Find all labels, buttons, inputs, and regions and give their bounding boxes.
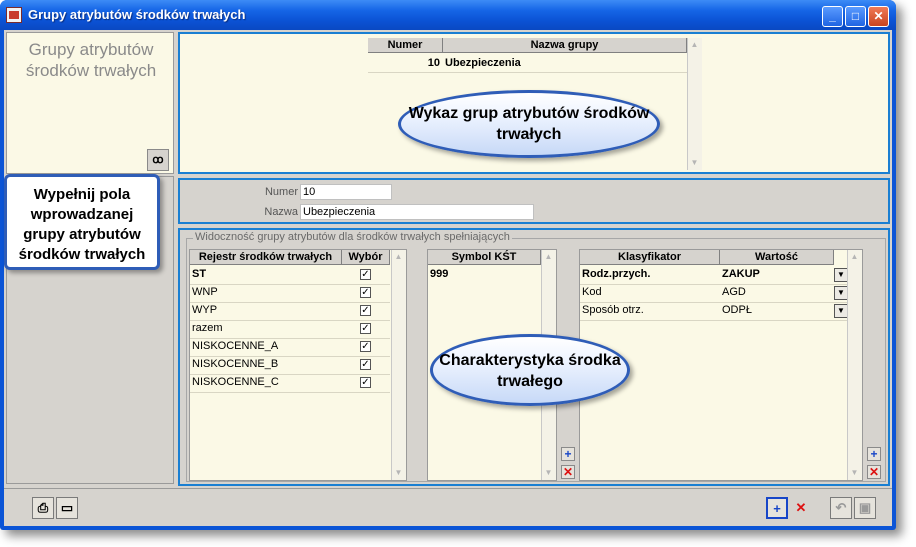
register-name: NISKOCENNE_C <box>192 376 279 388</box>
numer-label: Numer <box>264 186 298 198</box>
wybor-checkbox[interactable]: ✓ <box>360 323 371 334</box>
dropdown-arrow-icon[interactable]: ▼ <box>834 304 848 318</box>
classifier-name: Rodz.przych. <box>582 268 651 280</box>
register-name: NISKOCENNE_B <box>192 358 279 370</box>
list-scrollbar[interactable]: ▲ ▼ <box>687 38 702 170</box>
table-row[interactable]: 10 Ubezpieczenia <box>368 55 687 73</box>
cell-nazwa: Ubezpieczenia <box>445 57 521 69</box>
footer-toolbar: ⎙ ▭ + ✕ ↶ ▣ <box>4 488 892 526</box>
register-name: WNP <box>192 286 218 298</box>
scroll-up-icon[interactable]: ▲ <box>848 250 861 263</box>
binoculars-icon[interactable]: ꝏ <box>147 149 169 171</box>
registers-scrollbar[interactable]: ▲ ▼ <box>391 250 406 480</box>
window-title: Grupy atrybutów środków trwałych <box>28 7 246 22</box>
app-icon <box>6 7 22 23</box>
undo-icon[interactable]: ↶ <box>830 497 852 519</box>
dropdown-arrow-icon[interactable]: ▼ <box>834 268 848 282</box>
table-row[interactable]: 999 <box>428 266 541 284</box>
table-row[interactable]: Sposób otrz. ODPŁ ▼ <box>580 302 848 321</box>
left-caption-panel: Grupy atrybutów środków trwałych ꝏ <box>6 32 174 174</box>
classifier-value: ZAKUP <box>722 268 760 280</box>
title-bar[interactable]: Grupy atrybutów środków trwałych _ □ ✕ <box>0 0 896 30</box>
callout-characteristics: Charakterystyka środka trwałego <box>430 334 630 406</box>
wybor-checkbox[interactable]: ✓ <box>360 305 371 316</box>
scroll-up-icon[interactable]: ▲ <box>688 38 701 51</box>
column-header-symbol-kst[interactable]: Symbol KŚT <box>428 250 541 265</box>
scroll-up-icon[interactable]: ▲ <box>392 250 405 263</box>
minimize-button[interactable]: _ <box>822 6 843 27</box>
scroll-down-icon[interactable]: ▼ <box>392 466 405 479</box>
wybor-checkbox[interactable]: ✓ <box>360 287 371 298</box>
register-name: ST <box>192 268 207 280</box>
scroll-down-icon[interactable]: ▼ <box>542 466 555 479</box>
wybor-checkbox[interactable]: ✓ <box>360 341 371 352</box>
nazwa-field[interactable]: Ubezpieczenia <box>300 204 534 220</box>
table-row[interactable]: Kod AGD ▼ <box>580 284 848 303</box>
close-button[interactable]: ✕ <box>868 6 889 27</box>
table-row[interactable]: WNP ✓ <box>190 284 390 303</box>
column-header-nazwa[interactable]: Nazwa grupy <box>443 38 687 53</box>
monitor-icon[interactable]: ▭ <box>56 497 78 519</box>
table-row[interactable]: Rodz.przych. ZAKUP ▼ <box>580 266 848 285</box>
table-row[interactable]: NISKOCENNE_A ✓ <box>190 338 390 357</box>
classifier-value: AGD <box>722 286 746 298</box>
scroll-down-icon[interactable]: ▼ <box>848 466 861 479</box>
delete-button[interactable]: ✕ <box>790 497 812 519</box>
column-header-klasyfikator[interactable]: Klasyfikator <box>580 250 720 265</box>
table-row[interactable]: NISKOCENNE_B ✓ <box>190 356 390 375</box>
numer-field[interactable]: 10 <box>300 184 392 200</box>
table-row[interactable]: NISKOCENNE_C ✓ <box>190 374 390 393</box>
column-header-numer[interactable]: Numer <box>368 38 443 53</box>
classifier-name: Kod <box>582 286 602 298</box>
register-name: razem <box>192 322 223 334</box>
table-row[interactable]: WYP ✓ <box>190 302 390 321</box>
kst-symbol: 999 <box>430 268 449 280</box>
column-header-rejestr[interactable]: Rejestr środków trwałych <box>190 250 342 265</box>
callout-list: Wykaz grup atrybutów środków trwałych <box>398 90 660 158</box>
wybor-checkbox[interactable]: ✓ <box>360 359 371 370</box>
panel-title: Grupy atrybutów środków trwałych <box>25 40 157 80</box>
table-row[interactable]: razem ✓ <box>190 320 390 339</box>
callout-fields: Wypełnij pola wprowadzanej grupy atrybut… <box>4 174 160 270</box>
classifiers-scrollbar[interactable]: ▲ ▼ <box>847 250 862 480</box>
dropdown-arrow-icon[interactable]: ▼ <box>834 286 848 300</box>
classifier-value: ODPŁ <box>722 304 752 316</box>
delete-kst-button[interactable]: ✕ <box>561 465 575 479</box>
scroll-up-icon[interactable]: ▲ <box>542 250 555 263</box>
cell-numer: 10 <box>427 57 440 69</box>
groupbox-label: Widoczność grupy atrybutów dla środków t… <box>193 231 512 243</box>
maximize-button[interactable]: □ <box>845 6 866 27</box>
column-header-wybor[interactable]: Wybór <box>342 250 390 265</box>
add-classifier-button[interactable]: + <box>867 447 881 461</box>
registers-grid: Rejestr środków trwałych Wybór ST ✓ WNP … <box>189 249 407 481</box>
printer-icon[interactable]: ⎙ <box>32 497 54 519</box>
column-header-wartosc[interactable]: Wartość <box>720 250 834 265</box>
register-name: NISKOCENNE_A <box>192 340 279 352</box>
add-kst-button[interactable]: + <box>561 447 575 461</box>
register-name: WYP <box>192 304 218 316</box>
group-fields-panel: Numer 10 Nazwa Ubezpieczenia <box>178 178 890 224</box>
add-button[interactable]: + <box>766 497 788 519</box>
wybor-checkbox[interactable]: ✓ <box>360 377 371 388</box>
scroll-down-icon[interactable]: ▼ <box>688 156 701 169</box>
table-row[interactable]: ST ✓ <box>190 266 390 285</box>
classifier-name: Sposób otrz. <box>582 304 644 316</box>
nazwa-label: Nazwa <box>264 206 298 218</box>
save-icon[interactable]: ▣ <box>854 497 876 519</box>
wybor-checkbox[interactable]: ✓ <box>360 269 371 280</box>
delete-classifier-button[interactable]: ✕ <box>867 465 881 479</box>
